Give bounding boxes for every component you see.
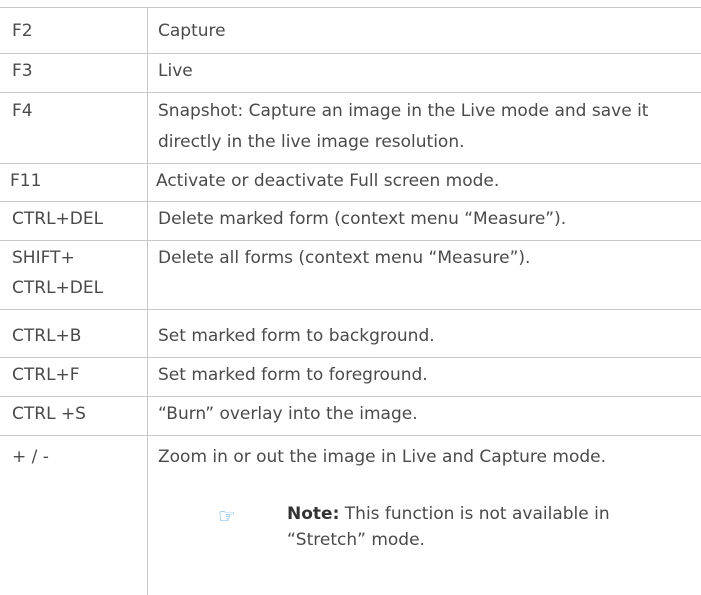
row-divider (0, 92, 701, 93)
shortcut-description: Snapshot: Capture an image in the Live m… (158, 101, 649, 152)
shortcut-description: Zoom in or out the image in Live and Cap… (158, 447, 607, 467)
shortcut-key: SHIFT+ CTRL+DEL (12, 248, 104, 298)
shortcut-key: CTRL +S (12, 404, 86, 424)
shortcut-key: F2 (12, 21, 33, 41)
table-top-rule (0, 7, 701, 8)
row-divider (0, 201, 701, 202)
shortcut-description: Set marked form to foreground. (158, 365, 428, 385)
row-divider (0, 396, 701, 397)
row-divider (0, 435, 701, 436)
shortcut-key: F4 (12, 101, 33, 121)
shortcut-description: “Burn” overlay into the image. (158, 404, 418, 424)
row-divider (0, 163, 701, 164)
row-divider (0, 357, 701, 358)
shortcut-key: CTRL+DEL (12, 209, 104, 229)
shortcut-key: F3 (12, 61, 33, 81)
pointing-hand-icon: ☞ (218, 504, 236, 528)
note-label: Note: (287, 504, 340, 524)
shortcut-key: CTRL+B (12, 326, 82, 346)
shortcut-description: Delete marked form (context menu “Measur… (158, 209, 567, 229)
shortcut-description: Activate or deactivate Full screen mode. (156, 171, 500, 191)
shortcut-description: Delete all forms (context menu “Measure”… (158, 248, 531, 268)
shortcut-key: CTRL+F (12, 365, 80, 385)
shortcut-key: + / - (12, 447, 49, 467)
column-divider (147, 8, 148, 595)
shortcut-description: Capture (158, 21, 226, 41)
note: Note: This function is not available in … (287, 501, 687, 553)
row-divider (0, 240, 701, 241)
row-divider (0, 53, 701, 54)
row-divider (0, 309, 701, 310)
shortcut-key: F11 (10, 171, 42, 191)
shortcut-description: Live (158, 61, 193, 81)
shortcut-description: Set marked form to background. (158, 326, 435, 346)
